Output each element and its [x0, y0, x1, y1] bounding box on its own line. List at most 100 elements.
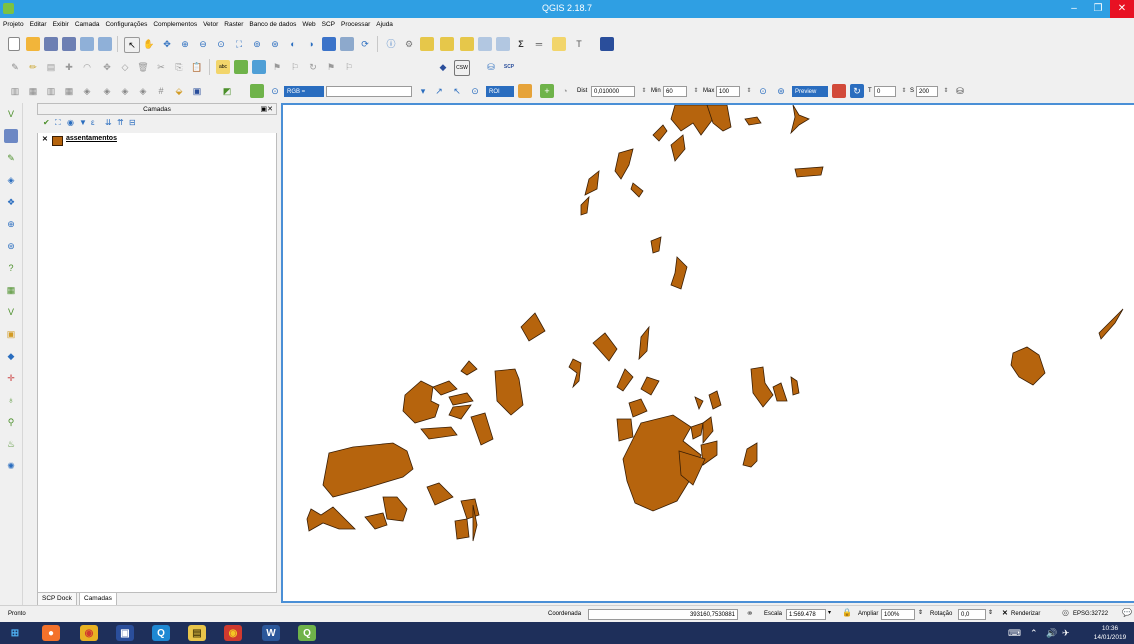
- show-hide-labels-icon[interactable]: ⚐: [342, 60, 356, 74]
- move-label-icon[interactable]: ⚐: [288, 60, 302, 74]
- remove-temp-files-icon[interactable]: ⛁: [953, 84, 967, 98]
- add-group-icon[interactable]: ⛶: [55, 118, 61, 128]
- new-gpkg-layer-icon[interactable]: ◆: [4, 349, 18, 363]
- menu-projeto[interactable]: Projeto: [0, 18, 27, 32]
- add-wcs-icon[interactable]: ?: [4, 261, 18, 275]
- qgis-browser-icon[interactable]: Q: [152, 625, 170, 641]
- render-checkbox-icon[interactable]: ✕: [1002, 609, 1008, 617]
- bar-chart-icon[interactable]: ▦: [26, 84, 40, 98]
- close-button[interactable]: ✕: [1110, 0, 1134, 18]
- crs-globe-icon[interactable]: ◎: [1062, 608, 1069, 617]
- add-virtual-layer-icon[interactable]: ♁: [4, 393, 18, 407]
- clock[interactable]: 10:36 14/01/2019: [1090, 624, 1130, 642]
- classification-icon[interactable]: [832, 84, 846, 98]
- spin-icon[interactable]: ⇕: [637, 84, 651, 98]
- bar-chart-icon[interactable]: ▥: [8, 84, 22, 98]
- lock-scale-icon[interactable]: 🔒: [842, 608, 852, 617]
- spin-icon[interactable]: ⇕: [742, 84, 756, 98]
- coordinate-field[interactable]: 393160,7530881: [588, 609, 738, 620]
- zoom-image-icon[interactable]: ⊙: [268, 84, 282, 98]
- map-canvas[interactable]: [281, 103, 1134, 603]
- rotate-label-icon[interactable]: ↻: [306, 60, 320, 74]
- copy-features-icon[interactable]: ⎘: [172, 60, 186, 74]
- measure-icon[interactable]: ═: [532, 37, 546, 51]
- menu-raster[interactable]: Raster: [221, 18, 246, 32]
- scp-band-set-icon[interactable]: ⛁: [484, 60, 498, 74]
- field-calculator-icon[interactable]: [496, 37, 510, 51]
- vector-tool-icon[interactable]: ◈: [118, 84, 132, 98]
- menu-configuracoes[interactable]: Configurações: [102, 18, 150, 32]
- menu-camada[interactable]: Camada: [72, 18, 103, 32]
- attribute-table-icon[interactable]: [478, 37, 492, 51]
- roi-create-icon[interactable]: ↖: [450, 84, 464, 98]
- add-xy-icon[interactable]: ✛: [4, 371, 18, 385]
- remove-layer-icon[interactable]: ⊟: [129, 118, 136, 127]
- roi-pin-icon[interactable]: ◔: [558, 84, 572, 98]
- menu-processar[interactable]: Processar: [338, 18, 373, 32]
- add-mssql-icon[interactable]: ⊕: [4, 217, 18, 231]
- label-tool-icon[interactable]: abc: [216, 60, 230, 74]
- csw-icon[interactable]: CSW: [454, 60, 470, 76]
- task-view-icon[interactable]: ▣: [116, 625, 134, 641]
- text-annotation-icon[interactable]: T: [572, 37, 586, 51]
- roi-toggle[interactable]: ROI: [486, 86, 514, 97]
- firefox-icon[interactable]: ●: [42, 625, 60, 641]
- layer-labeling-icon[interactable]: [234, 60, 248, 74]
- tab-camadas[interactable]: Camadas: [79, 592, 117, 606]
- menu-web[interactable]: Web: [299, 18, 318, 32]
- pan-map-icon[interactable]: ↖: [124, 37, 140, 53]
- keyboard-icon[interactable]: ⌨: [1008, 628, 1021, 639]
- band-combo-arrow-icon[interactable]: ▾: [416, 84, 430, 98]
- start-button-icon[interactable]: ⊞: [6, 625, 24, 641]
- add-vector-layer-icon[interactable]: V: [4, 107, 18, 121]
- add-arcgis-icon[interactable]: ✺: [4, 459, 18, 473]
- zoom-native-icon[interactable]: ⊙: [214, 37, 228, 51]
- bar-chart-icon[interactable]: ▥: [44, 84, 58, 98]
- menu-banco-de-dados[interactable]: Banco de dados: [246, 18, 299, 32]
- vector-tool-icon[interactable]: ◈: [136, 84, 150, 98]
- new-project-icon[interactable]: [8, 37, 20, 51]
- cut-features-icon[interactable]: ✂: [154, 60, 168, 74]
- change-label-icon[interactable]: ⚑: [324, 60, 338, 74]
- word-icon[interactable]: W: [262, 625, 280, 641]
- tab-scp-dock[interactable]: SCP Dock: [37, 592, 77, 606]
- new-spatialite-layer-icon[interactable]: ▣: [4, 327, 18, 341]
- scale-combo[interactable]: 1:569.478: [786, 609, 826, 620]
- zoom-last-icon[interactable]: ◐: [286, 37, 300, 51]
- select-features-icon[interactable]: [420, 37, 434, 51]
- spin-icon[interactable]: ⇕: [939, 84, 953, 98]
- new-shapefile-icon[interactable]: V: [4, 305, 18, 319]
- s-input[interactable]: 200: [916, 86, 938, 97]
- layer-row-assentamentos[interactable]: ✕ assentamentos: [40, 135, 240, 146]
- messages-icon[interactable]: 💬: [1122, 608, 1132, 617]
- move-feature-icon[interactable]: ✥: [100, 60, 114, 74]
- pin-labels-icon[interactable]: [252, 60, 266, 74]
- collapse-all-icon[interactable]: ⇈: [117, 118, 124, 127]
- rotation-spin-icon[interactable]: ⇕: [988, 609, 993, 616]
- menu-exibir[interactable]: Exibir: [50, 18, 72, 32]
- zoom-preview-icon[interactable]: ⊙: [756, 84, 770, 98]
- new-map-view-icon[interactable]: [322, 37, 336, 51]
- save-as-icon[interactable]: [62, 37, 76, 51]
- add-postgis-icon[interactable]: ◈: [4, 173, 18, 187]
- menu-ajuda[interactable]: Ajuda: [373, 18, 396, 32]
- save-edits-icon[interactable]: ▤: [44, 60, 58, 74]
- zoom-in-icon[interactable]: ⊕: [178, 37, 192, 51]
- magnify-field[interactable]: 100%: [881, 609, 915, 620]
- vector-tool-icon[interactable]: ◈: [80, 84, 94, 98]
- add-wms-icon[interactable]: ⊛: [4, 239, 18, 253]
- min-input[interactable]: 60: [663, 86, 687, 97]
- roi-redo-icon[interactable]: [518, 84, 532, 98]
- zoom-next-icon[interactable]: ◑: [304, 37, 318, 51]
- map-tips-icon[interactable]: [552, 37, 566, 51]
- refresh-icon[interactable]: ⟳: [358, 37, 372, 51]
- add-oracle-icon[interactable]: ♨: [4, 437, 18, 451]
- filter-legend-icon[interactable]: ▼: [79, 118, 87, 127]
- coordinate-toggle-icon[interactable]: ⚭: [746, 608, 754, 619]
- bar-chart-icon[interactable]: ▦: [62, 84, 76, 98]
- zoom-full-icon[interactable]: ⛶: [232, 37, 246, 51]
- add-spatialite-icon[interactable]: ❖: [4, 195, 18, 209]
- network-icon[interactable]: ✈: [1062, 628, 1070, 639]
- paste-features-icon[interactable]: 📋: [190, 60, 204, 74]
- roi-pointer-icon[interactable]: ↗: [432, 84, 446, 98]
